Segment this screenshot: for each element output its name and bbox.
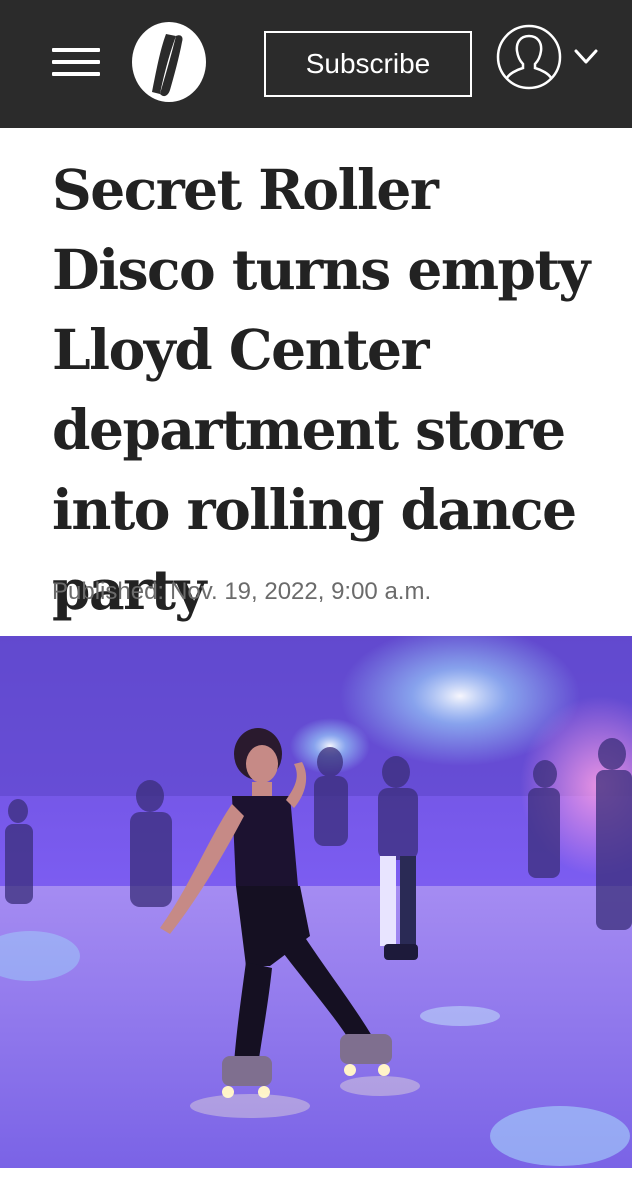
published-label: Published: <box>52 578 165 605</box>
published-timestamp: Published: Nov. 19, 2022, 9:00 a.m. <box>52 578 431 606</box>
roller-disco-photo <box>0 636 632 1168</box>
logo-icon <box>132 22 206 102</box>
article-headline: Secret Roller Disco turns empty Lloyd Ce… <box>52 157 590 622</box>
menu-line <box>52 48 100 52</box>
menu-button[interactable] <box>50 44 102 80</box>
oregonian-logo[interactable] <box>130 20 208 104</box>
hero-image[interactable] <box>0 636 632 1168</box>
chevron-down-icon <box>574 49 598 64</box>
published-date: Nov. 19, 2022, 9:00 a.m. <box>170 578 432 605</box>
subscribe-button[interactable]: Subscribe <box>264 31 472 97</box>
menu-line <box>52 60 100 64</box>
site-header: Subscribe <box>0 0 632 128</box>
account-menu-button[interactable] <box>496 24 606 92</box>
menu-line <box>52 72 100 76</box>
user-avatar-icon <box>496 24 562 90</box>
